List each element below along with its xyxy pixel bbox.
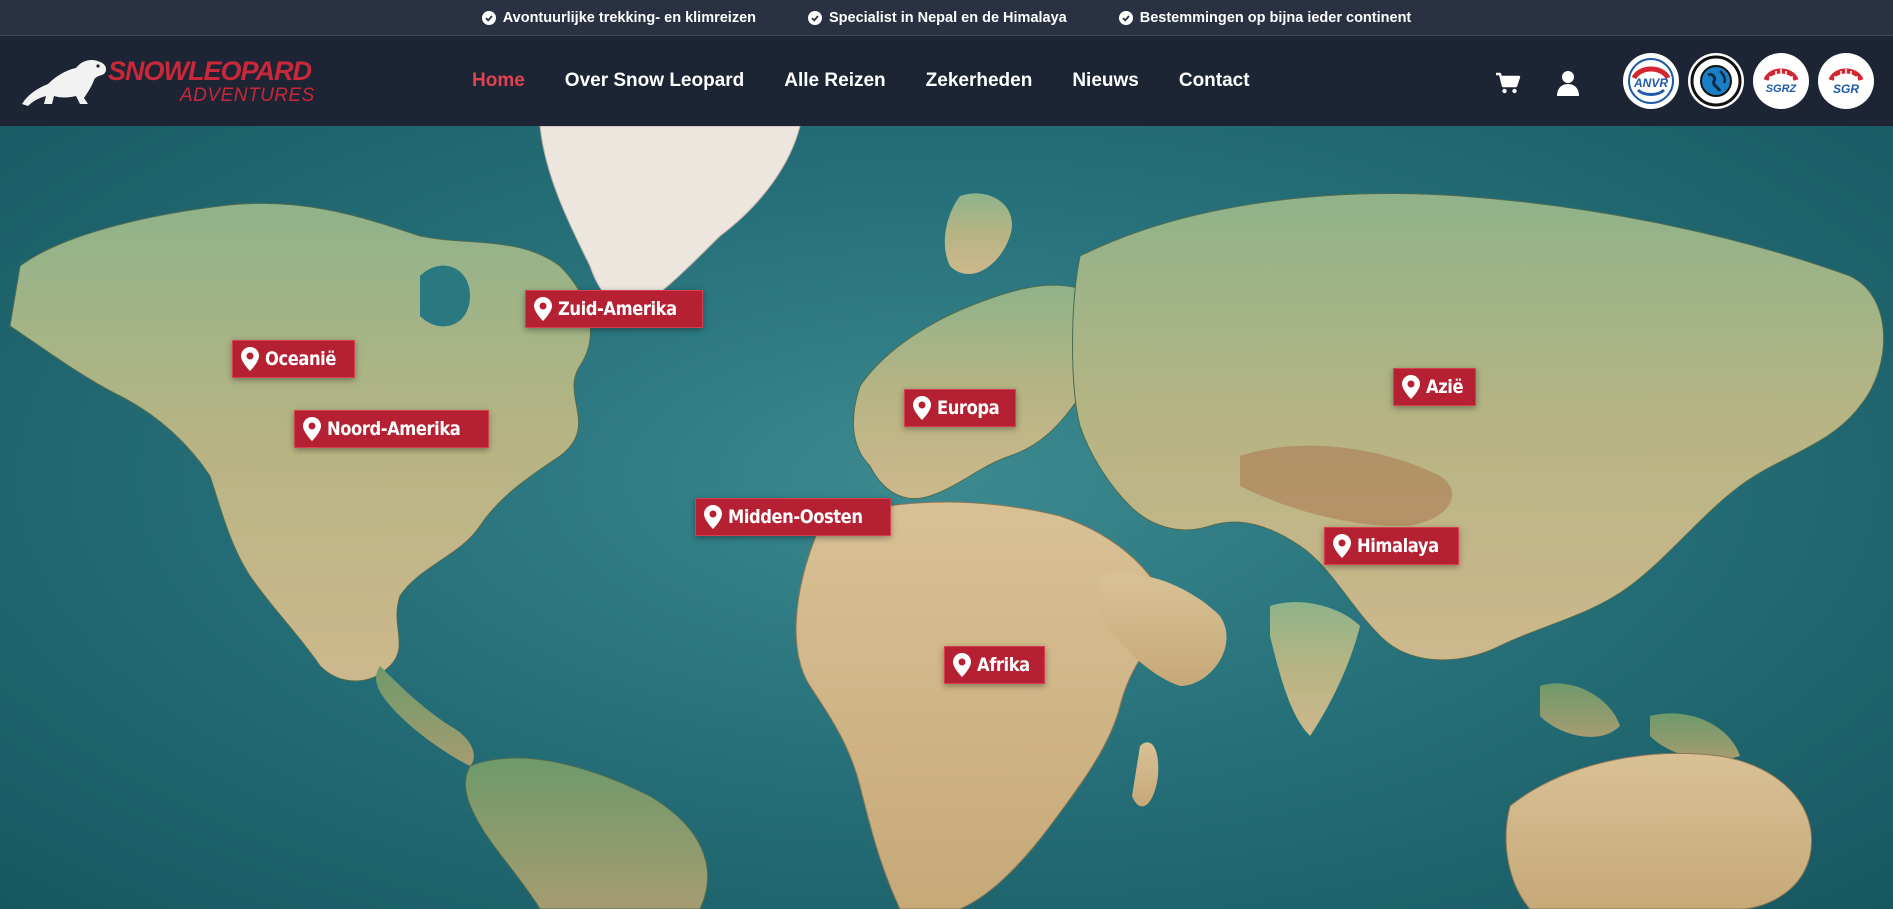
map-pin-noord-amerika[interactable]: Noord-Amerika	[294, 410, 490, 448]
nav-item-contact[interactable]: Contact	[1179, 70, 1250, 92]
map-pin-label: Midden-Oosten	[728, 506, 863, 528]
map-pin-label: Afrika	[977, 654, 1030, 676]
map-pin-label: Europa	[937, 397, 1000, 419]
map-marker-icon	[303, 417, 321, 441]
page: Avontuurlijke trekking- en klimreizen Sp…	[0, 0, 1893, 909]
map-marker-icon	[1402, 375, 1420, 399]
map-pin-afrika[interactable]: Afrika	[944, 646, 1046, 684]
nav-item-alle-reizen[interactable]: Alle Reizen	[784, 70, 885, 92]
sgr-text: SGR	[1833, 82, 1859, 96]
map-marker-icon	[704, 505, 722, 529]
usp-text: Bestemmingen op bijna ieder continent	[1139, 9, 1412, 26]
certification-badges: ANVR SGRZ SGR	[1623, 53, 1874, 109]
map-pin-label: Azië	[1426, 376, 1464, 398]
map-pin-europa[interactable]: Europa	[904, 389, 1017, 427]
usp-text: Avontuurlijke trekking- en klimreizen	[502, 9, 756, 26]
greenland-shape	[539, 126, 801, 310]
usp-item: Avontuurlijke trekking- en klimreizen	[481, 9, 756, 26]
usp-text: Specialist in Nepal en de Himalaya	[829, 9, 1067, 26]
south-america-shape	[464, 757, 709, 909]
nav-item-nieuws[interactable]: Nieuws	[1072, 70, 1139, 92]
asia-shape	[1072, 193, 1884, 661]
site-logo[interactable]: SNOWLEOPARD ADVENTURES	[18, 50, 314, 112]
map-pin-label: Noord-Amerika	[327, 418, 461, 440]
logo-wordmark: SNOWLEOPARD	[108, 56, 312, 86]
snow-leopard-icon	[22, 60, 107, 106]
map-pin-azie[interactable]: Azië	[1393, 368, 1477, 406]
map-pin-label: Himalaya	[1357, 535, 1439, 557]
check-circle-icon	[1118, 10, 1133, 25]
world-map-landmasses	[9, 126, 1884, 909]
map-marker-icon	[241, 347, 259, 371]
map-pin-zuid-amerika[interactable]: Zuid-Amerika	[525, 290, 704, 328]
map-pin-oceanie[interactable]: Oceanië	[232, 340, 355, 378]
australia-shape	[1505, 752, 1812, 909]
check-circle-icon	[808, 10, 822, 25]
main-nav: Home Over Snow Leopard Alle Reizen Zeker…	[472, 36, 1250, 126]
map-pin-label: Oceanië	[265, 348, 337, 370]
user-icon[interactable]	[1554, 69, 1582, 97]
world-map: Zuid-Amerika Oceanië Noord-Amerika Europ…	[0, 126, 1893, 909]
map-marker-icon	[534, 297, 552, 321]
sgr-badge[interactable]: SGR	[1818, 53, 1874, 109]
site-header: SNOWLEOPARD ADVENTURES Home Over Snow Le…	[0, 36, 1893, 126]
anvr-badge[interactable]: ANVR	[1623, 53, 1679, 109]
logo-tagline: ADVENTURES	[180, 85, 315, 106]
sgrz-badge[interactable]: SGRZ	[1753, 53, 1809, 109]
map-pin-label: Zuid-Amerika	[558, 298, 677, 320]
globe-icon	[1690, 55, 1742, 107]
nav-item-over-snow-leopard[interactable]: Over Snow Leopard	[565, 70, 744, 92]
usp-bar: Avontuurlijke trekking- en klimreizen Sp…	[0, 0, 1893, 36]
map-marker-icon	[1333, 534, 1351, 558]
usp-item: Specialist in Nepal en de Himalaya	[808, 10, 1067, 26]
nav-item-home[interactable]: Home	[472, 70, 525, 92]
anvr-text: ANVR	[1633, 76, 1668, 90]
cart-icon[interactable]	[1494, 69, 1522, 97]
usp-item: Bestemmingen op bijna ieder continent	[1118, 9, 1412, 26]
map-pin-midden-oosten[interactable]: Midden-Oosten	[695, 498, 892, 536]
check-circle-icon	[481, 10, 496, 25]
sgrz-text: SGRZ	[1766, 83, 1798, 95]
map-marker-icon	[913, 396, 931, 420]
nav-item-zekerheden[interactable]: Zekerheden	[926, 70, 1033, 92]
map-pin-himalaya[interactable]: Himalaya	[1324, 527, 1459, 565]
map-marker-icon	[953, 653, 971, 677]
africa-shape	[795, 501, 1171, 909]
calamiteitenfonds-badge[interactable]	[1688, 53, 1744, 109]
